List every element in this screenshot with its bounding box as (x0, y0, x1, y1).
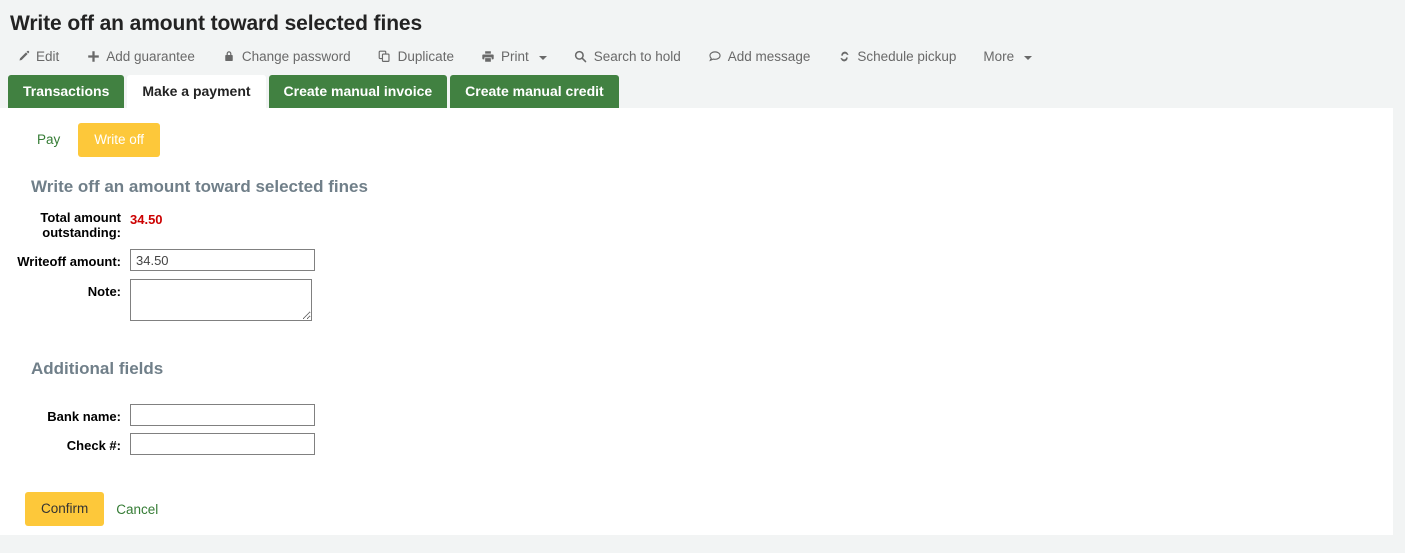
lock-icon (222, 50, 236, 64)
note-row: Note: (0, 279, 1393, 321)
copy-icon (378, 50, 392, 64)
bank-name-label: Bank name: (47, 409, 121, 424)
check-number-input[interactable] (130, 433, 315, 455)
plus-icon (86, 50, 100, 64)
toolbar-item-label: Edit (36, 49, 60, 64)
tab-create-manual-invoice[interactable]: Create manual invoice (268, 75, 448, 108)
write-off-button[interactable]: Write off (78, 123, 161, 157)
printer-icon (481, 50, 495, 64)
toolbar-item-more[interactable]: More (983, 46, 1046, 67)
toolbar-item-label: Schedule pickup (857, 49, 957, 64)
pencil-icon (16, 50, 30, 64)
search-icon (574, 50, 588, 64)
toolbar-item-add-message[interactable]: Add message (708, 46, 825, 67)
note-textarea[interactable] (130, 279, 312, 321)
check-number-row: Check #: (0, 433, 1393, 455)
confirm-button[interactable]: Confirm (25, 492, 105, 526)
payment-panel: Pay Write off Write off an amount toward… (0, 108, 1393, 535)
bank-name-input[interactable] (130, 404, 315, 426)
toolbar-item-label: Duplicate (397, 49, 454, 64)
toolbar-item-label: More (983, 49, 1015, 64)
total-outstanding-value: 34.50 (130, 212, 163, 227)
payment-mode-switch: Pay Write off (0, 108, 1393, 157)
writeoff-form: Total amount outstanding: 34.50 Writeoff… (0, 197, 1393, 321)
note-label: Note: (87, 284, 121, 299)
toolbar-item-change-password[interactable]: Change password (222, 46, 365, 67)
toolbar-item-label: Print (500, 49, 529, 64)
tab-create-manual-credit[interactable]: Create manual credit (450, 75, 619, 108)
toolbar-item-print[interactable]: Print (481, 46, 561, 67)
cancel-link[interactable]: Cancel (116, 502, 158, 517)
chevron-down-icon (1024, 55, 1033, 60)
writeoff-amount-row: Writeoff amount: (0, 249, 1393, 271)
toolbar-item-schedule-pickup[interactable]: Schedule pickup (837, 46, 970, 67)
tab-bar: Transactions Make a payment Create manua… (0, 75, 1405, 108)
refresh-icon (837, 50, 851, 64)
toolbar-item-label: Add guarantee (106, 49, 195, 64)
pay-button[interactable]: Pay (23, 123, 74, 157)
writeoff-section-heading: Write off an amount toward selected fine… (31, 177, 368, 196)
toolbar-item-duplicate[interactable]: Duplicate (378, 46, 468, 67)
comment-icon (708, 50, 722, 64)
chevron-down-icon (538, 55, 547, 60)
tab-transactions[interactable]: Transactions (8, 75, 125, 108)
action-toolbar: Edit Add guarantee Change password Dupli… (0, 38, 1405, 75)
toolbar-item-edit[interactable]: Edit (16, 46, 73, 67)
total-outstanding-label: Total amount outstanding: (40, 210, 121, 240)
toolbar-item-add-guarantee[interactable]: Add guarantee (86, 46, 209, 67)
writeoff-amount-input[interactable] (130, 249, 315, 271)
form-actions: Confirm Cancel (0, 462, 1393, 526)
toolbar-item-label: Change password (241, 49, 351, 64)
total-outstanding-row: Total amount outstanding: 34.50 (0, 209, 1393, 240)
toolbar-item-label: Search to hold (593, 49, 681, 64)
toolbar-item-label: Add message (727, 49, 811, 64)
tab-make-a-payment[interactable]: Make a payment (127, 75, 266, 108)
additional-fields-heading: Additional fields (31, 359, 164, 378)
writeoff-amount-label: Writeoff amount: (17, 254, 121, 269)
page-title: Write off an amount toward selected fine… (10, 12, 423, 35)
additional-fields-form: Bank name: Check #: (0, 379, 1393, 455)
bank-name-row: Bank name: (0, 404, 1393, 426)
toolbar-item-search-to-hold[interactable]: Search to hold (574, 46, 695, 67)
check-number-label: Check #: (66, 438, 121, 453)
